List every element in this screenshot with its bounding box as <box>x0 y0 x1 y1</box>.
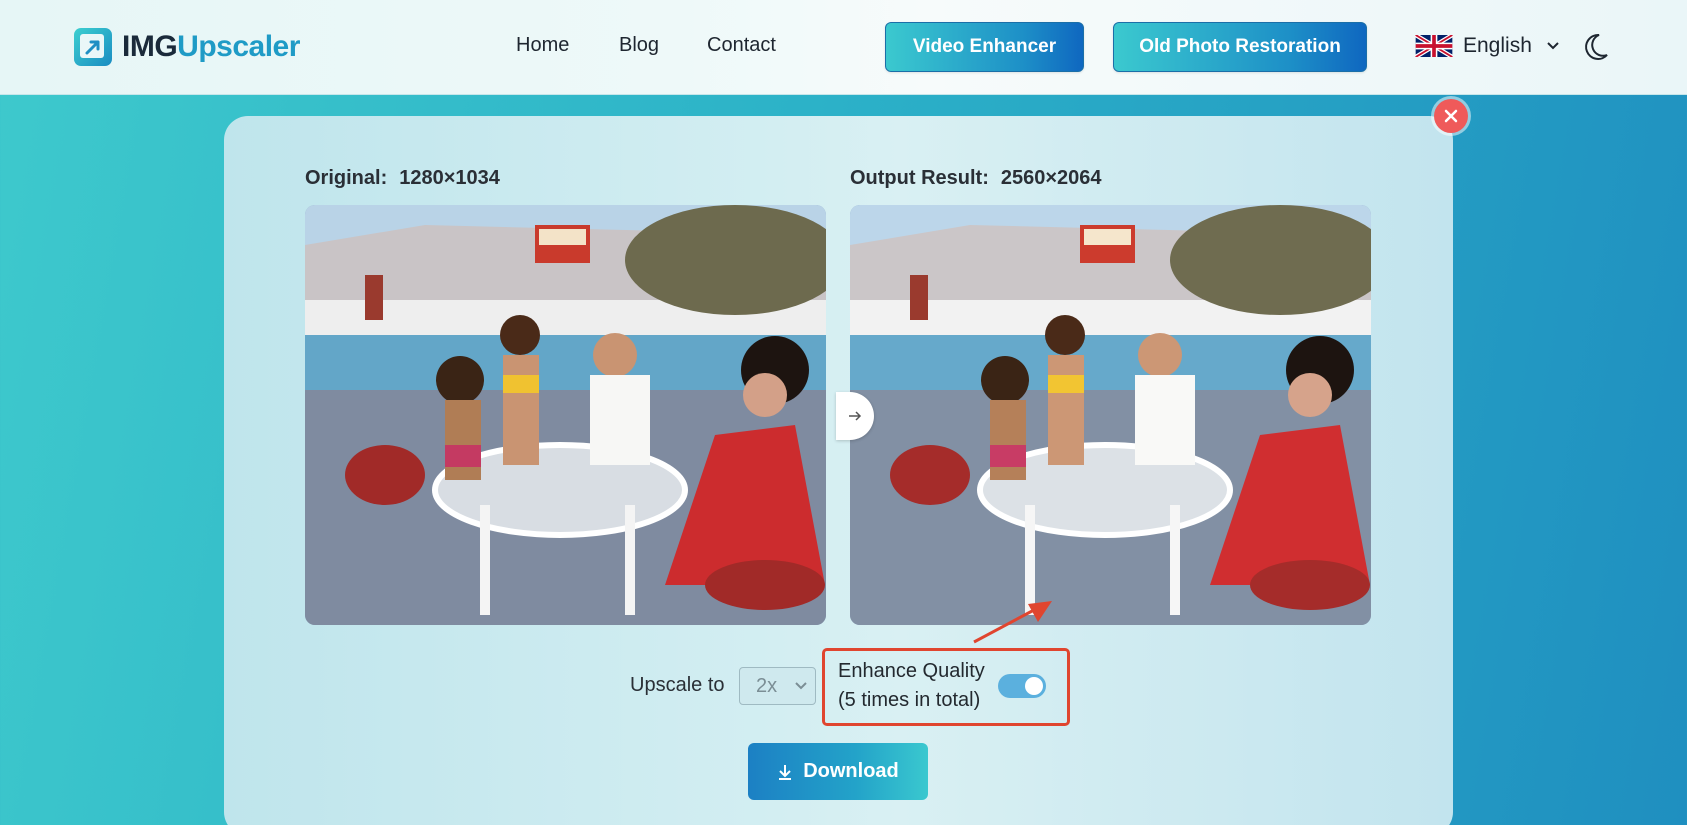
top-header: IMGUpscaler Home Blog Contact Video Enha… <box>0 0 1687 95</box>
output-size: 2560×2064 <box>1000 167 1102 189</box>
logo-text: IMGUpscaler <box>122 30 300 63</box>
upscale-value: 2x <box>756 674 778 697</box>
moon-icon[interactable] <box>1583 33 1609 61</box>
chevron-down-icon <box>795 682 807 690</box>
arrow-right-icon <box>849 411 862 421</box>
output-image <box>850 205 1371 625</box>
logo-icon <box>74 28 112 66</box>
download-icon <box>779 764 792 780</box>
video-enhancer-button[interactable]: Video Enhancer <box>885 22 1084 72</box>
enhance-quality-toggle[interactable] <box>998 674 1046 698</box>
toggle-knob <box>1025 677 1043 695</box>
uk-flag-icon <box>1415 35 1453 57</box>
nav-home-link[interactable]: Home <box>516 34 569 57</box>
close-button[interactable] <box>1434 99 1468 133</box>
enhance-quality-label: Enhance Quality (5 times in total) <box>838 660 985 711</box>
old-photo-restoration-button[interactable]: Old Photo Restoration <box>1113 22 1367 72</box>
language-label: English <box>1463 34 1532 57</box>
output-label: Output Result: 2560×2064 <box>850 167 1102 189</box>
nav-contact-link[interactable]: Contact <box>707 34 776 57</box>
close-icon <box>1444 109 1458 123</box>
chevron-down-icon <box>1547 42 1559 50</box>
annotation-arrow <box>973 601 1052 644</box>
original-image <box>305 205 826 625</box>
upscale-select[interactable]: 2x <box>739 667 816 705</box>
download-label: Download <box>803 760 899 782</box>
nav-blog-link[interactable]: Blog <box>619 34 659 57</box>
logo[interactable]: IMGUpscaler <box>74 27 300 67</box>
language-selector[interactable]: English <box>1415 34 1560 58</box>
original-size: 1280×1034 <box>399 167 500 189</box>
download-button[interactable]: Download <box>748 743 928 800</box>
original-label: Original: 1280×1034 <box>305 167 500 189</box>
upscale-label: Upscale to <box>630 674 725 696</box>
